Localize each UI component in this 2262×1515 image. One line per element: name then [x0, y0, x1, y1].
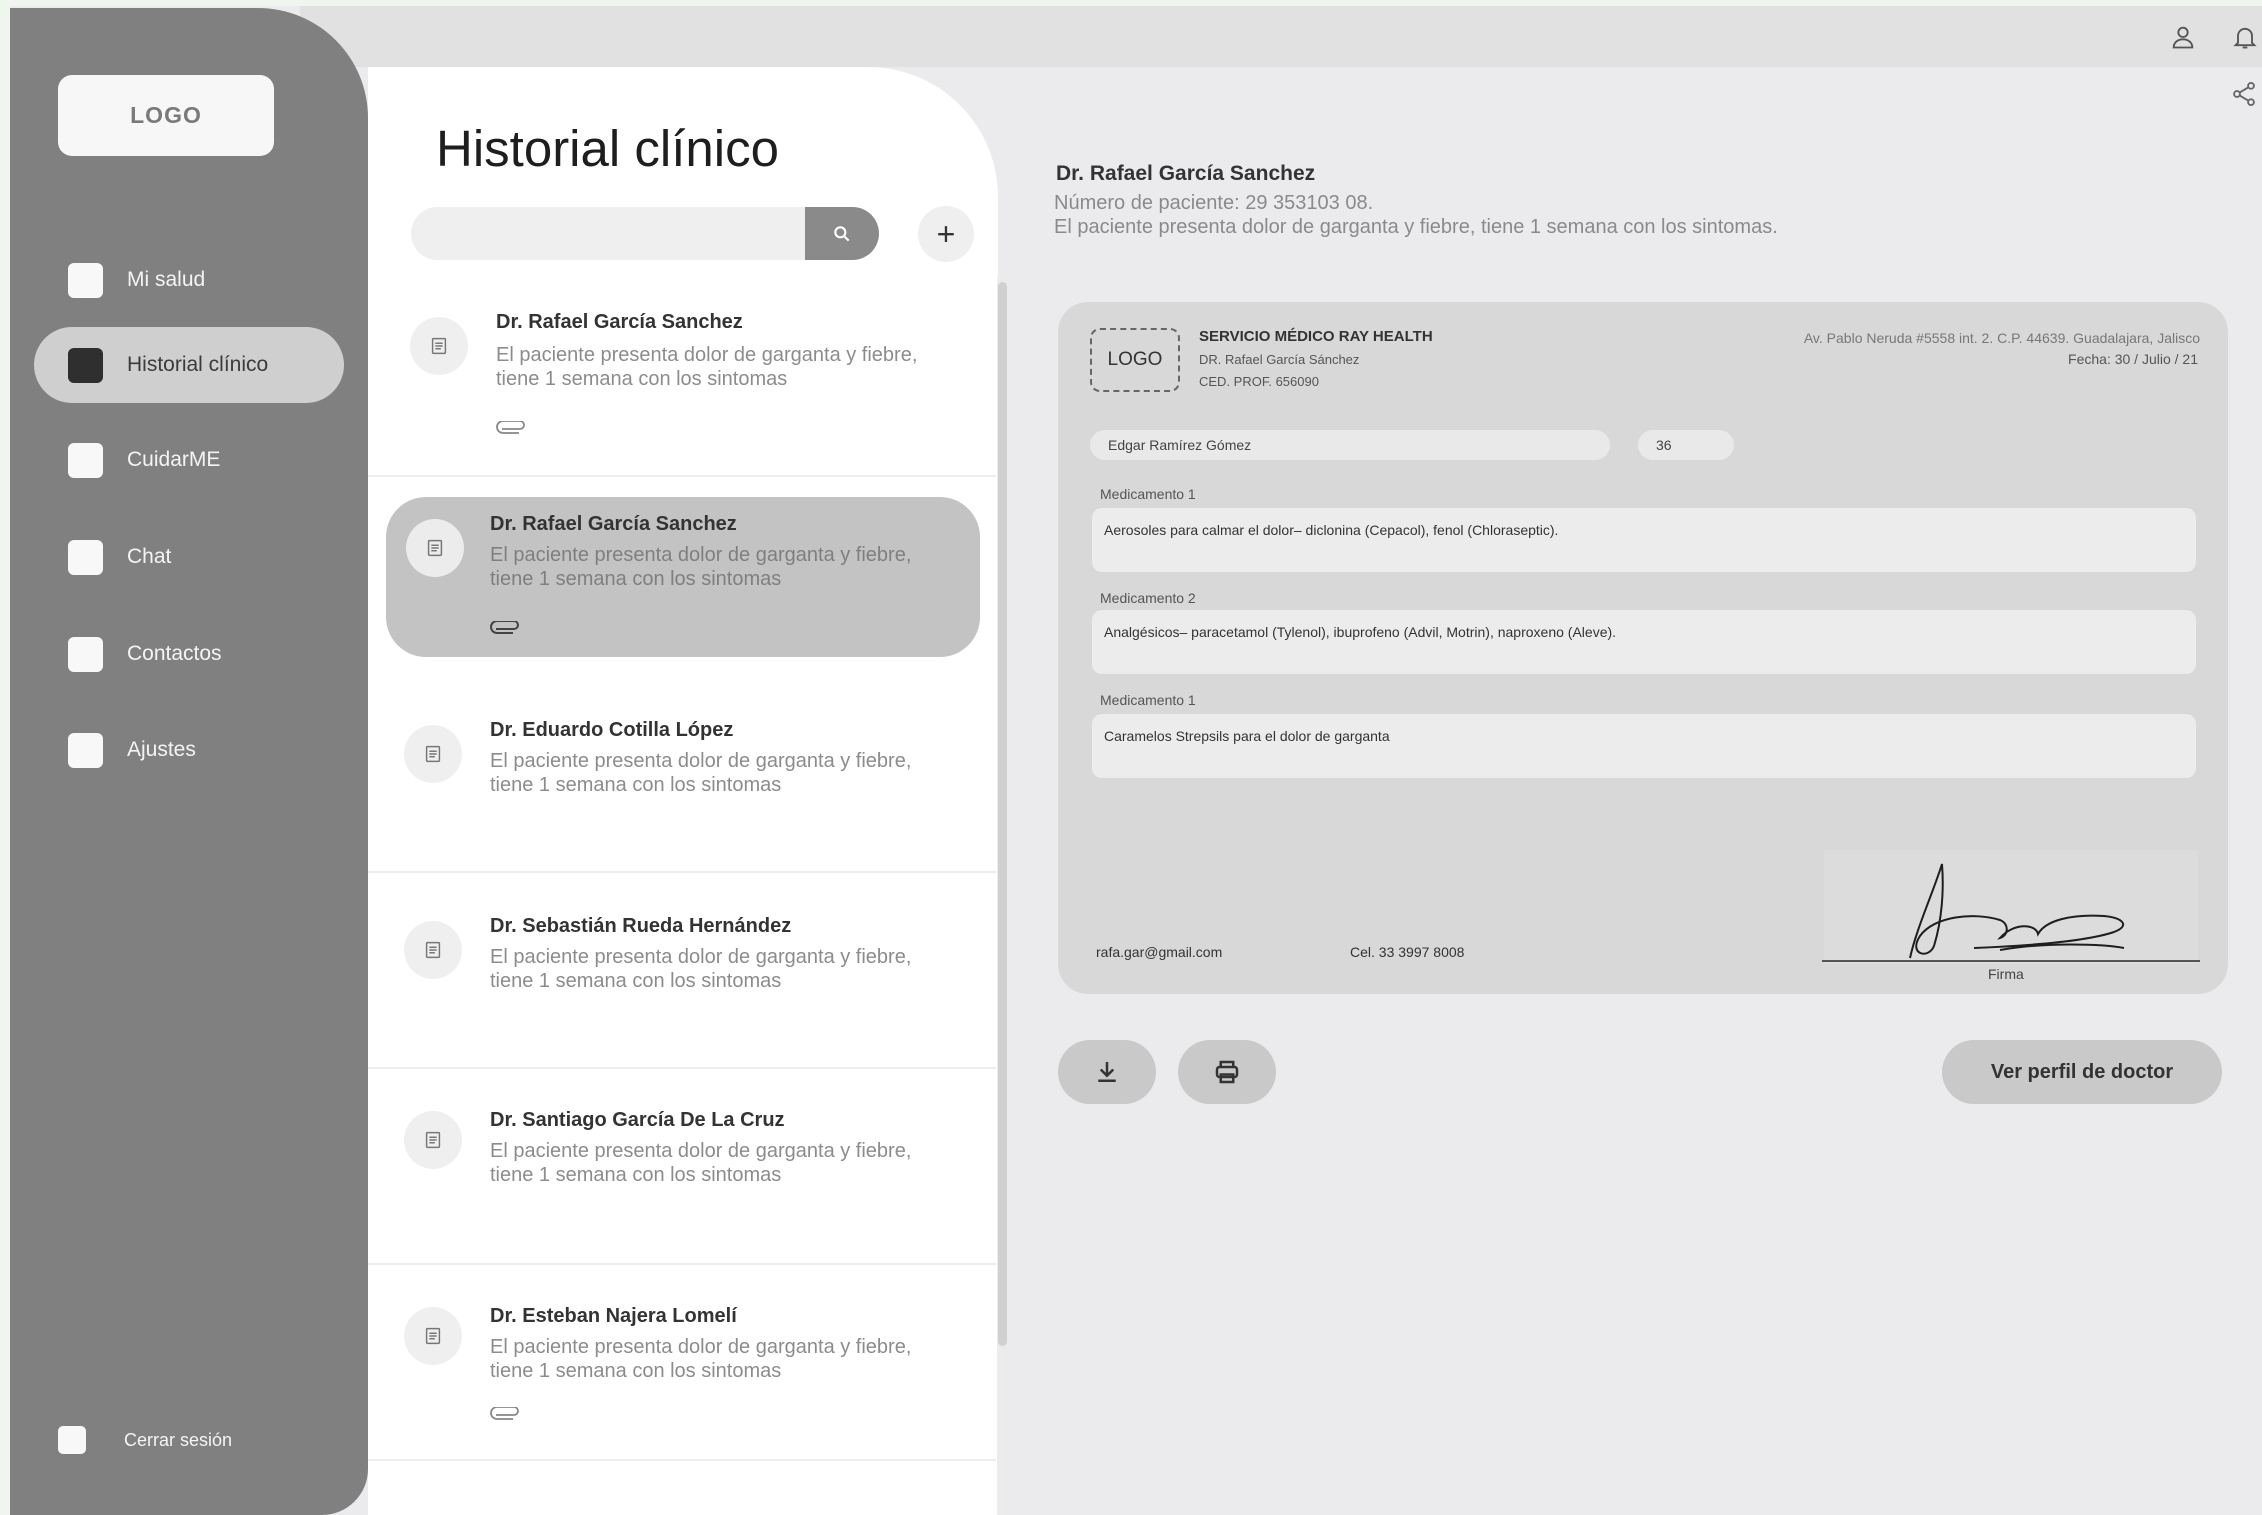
- nav-checkbox-icon: [68, 732, 103, 768]
- document-icon: [404, 921, 462, 979]
- sidebar-item-label: Chat: [127, 545, 172, 568]
- logout-button[interactable]: Cerrar sesión: [58, 1426, 232, 1454]
- doctor-email: rafa.gar@gmail.com: [1096, 944, 1223, 960]
- patient-name-field: Edgar Ramírez Gómez: [1090, 430, 1610, 460]
- paperclip-icon[interactable]: [490, 621, 520, 637]
- record-card-selected[interactable]: Dr. Rafael García Sanchez El paciente pr…: [386, 497, 980, 657]
- document-icon: [406, 519, 464, 577]
- sidebar-item-historial-clinico[interactable]: Historial clínico: [34, 327, 344, 403]
- bell-icon[interactable]: [2228, 20, 2262, 54]
- paperclip-icon[interactable]: [490, 1407, 520, 1423]
- document-icon: [404, 725, 462, 783]
- search-button[interactable]: [805, 207, 879, 260]
- sidebar-item-cuidarme[interactable]: CuidarME: [34, 422, 344, 498]
- record-card[interactable]: Dr. Sebastián Rueda Hernández El pacient…: [368, 873, 996, 1069]
- sidebar-item-label: Ajustes: [127, 738, 196, 761]
- medication-field: Caramelos Strepsils para el dolor de gar…: [1092, 714, 2196, 778]
- print-button[interactable]: [1178, 1040, 1276, 1104]
- page: LOGO Mi salud Historial clínico CuidarME…: [0, 0, 2262, 1515]
- prescription-date: Fecha: 30 / Julio / 21: [2068, 351, 2198, 367]
- nav-checkbox-icon: [68, 347, 103, 383]
- logo: LOGO: [58, 75, 274, 156]
- download-icon: [1098, 1062, 1116, 1082]
- sidebar-item-label: Mi salud: [127, 268, 206, 291]
- sidebar-item-ajustes[interactable]: Ajustes: [34, 712, 344, 788]
- prescription-license: CED. PROF. 656090: [1199, 374, 1319, 389]
- prescription-doctor: DR. Rafael García Sánchez: [1199, 352, 1360, 367]
- search-input[interactable]: [411, 207, 807, 260]
- record-description: El paciente presenta dolor de garganta y…: [490, 750, 912, 796]
- user-icon[interactable]: [2166, 20, 2200, 54]
- download-button[interactable]: [1058, 1040, 1156, 1104]
- prescription-address: Av. Pablo Neruda #5558 int. 2. C.P. 4463…: [1803, 330, 2200, 346]
- medication-field: Analgésicos– paracetamol (Tylenol), ibup…: [1092, 610, 2196, 674]
- window-left-edge: [0, 0, 10, 1515]
- nav-checkbox-icon: [68, 262, 103, 298]
- record-card[interactable]: Dr. Santiago García De La Cruz El pacien…: [368, 1069, 996, 1265]
- nav-checkbox-icon: [68, 442, 103, 478]
- doctor-phone: Cel. 33 3997 8008: [1350, 944, 1465, 960]
- medication-label: Medicamento 2: [1100, 590, 1196, 606]
- patient-age-field: 36: [1638, 430, 1734, 460]
- record-card[interactable]: Dr. Rafael García Sanchez El paciente pr…: [368, 277, 996, 477]
- print-icon: [1215, 1060, 1239, 1084]
- record-description: El paciente presenta dolor de garganta y…: [490, 544, 912, 590]
- record-doctor-name: Dr. Sebastián Rueda Hernández: [490, 915, 792, 937]
- logout-checkbox-icon: [58, 1426, 86, 1454]
- record-description: El paciente presenta dolor de garganta y…: [490, 1140, 912, 1186]
- share-icon[interactable]: [2230, 80, 2258, 108]
- paperclip-icon[interactable]: [496, 421, 526, 437]
- search-icon: [834, 225, 850, 241]
- detail-summary: El paciente presenta dolor de garganta y…: [1054, 216, 1778, 238]
- medication-label: Medicamento 1: [1100, 486, 1196, 502]
- detail-patient-number: Número de paciente: 29 353103 08.: [1054, 192, 1374, 214]
- record-description: El paciente presenta dolor de garganta y…: [490, 946, 912, 992]
- sidebar-item-label: Contactos: [127, 642, 222, 665]
- record-doctor-name: Dr. Esteban Najera Lomelí: [490, 1305, 737, 1327]
- document-icon: [404, 1307, 462, 1365]
- document-icon: [410, 317, 468, 375]
- sidebar-item-label: Historial clínico: [127, 353, 269, 376]
- add-record-button[interactable]: +: [918, 206, 974, 262]
- record-description: El paciente presenta dolor de garganta y…: [490, 1336, 912, 1382]
- sidebar-item-contactos[interactable]: Contactos: [34, 616, 344, 692]
- sidebar-item-mi-salud[interactable]: Mi salud: [34, 242, 344, 318]
- sidebar: LOGO Mi salud Historial clínico CuidarME…: [10, 8, 368, 1515]
- record-doctor-name: Dr. Rafael García Sanchez: [490, 513, 737, 535]
- record-description: El paciente presenta dolor de garganta y…: [496, 344, 918, 390]
- prescription-card: LOGO SERVICIO MÉDICO RAY HEALTH DR. Rafa…: [1058, 302, 2228, 994]
- prescription-logo: LOGO: [1090, 328, 1180, 392]
- logout-label: Cerrar sesión: [124, 1429, 233, 1450]
- record-doctor-name: Dr. Santiago García De La Cruz: [490, 1109, 785, 1131]
- scrollbar-thumb[interactable]: [998, 282, 1007, 1346]
- record-card[interactable]: Dr. Esteban Najera Lomelí El paciente pr…: [368, 1265, 996, 1461]
- sidebar-item-label: CuidarME: [127, 448, 221, 471]
- medication-label: Medicamento 1: [1100, 692, 1196, 708]
- detail-doctor-name: Dr. Rafael García Sanchez: [1056, 162, 1316, 185]
- signature-area: [1824, 850, 2198, 964]
- record-card[interactable]: Dr. Eduardo Cotilla López El paciente pr…: [368, 677, 996, 873]
- nav-checkbox-icon: [68, 539, 103, 575]
- document-icon: [404, 1111, 462, 1169]
- medication-field: Aerosoles para calmar el dolor– diclonin…: [1092, 508, 2196, 572]
- search-bar: [411, 207, 879, 260]
- top-bar: [300, 6, 2262, 67]
- signature-line: [1822, 960, 2200, 962]
- signature-label: Firma: [1988, 966, 2024, 982]
- records-list-panel: Historial clínico + Dr. Rafael García Sa…: [368, 67, 1007, 1515]
- record-doctor-name: Dr. Rafael García Sanchez: [496, 311, 743, 333]
- prescription-service: SERVICIO MÉDICO RAY HEALTH: [1199, 328, 1433, 345]
- view-doctor-profile-button[interactable]: Ver perfil de doctor: [1942, 1040, 2222, 1104]
- nav-checkbox-icon: [68, 636, 103, 672]
- sidebar-item-chat[interactable]: Chat: [34, 519, 344, 595]
- signature-image: [1909, 863, 2125, 959]
- page-title: Historial clínico: [436, 120, 779, 177]
- record-doctor-name: Dr. Eduardo Cotilla López: [490, 719, 734, 741]
